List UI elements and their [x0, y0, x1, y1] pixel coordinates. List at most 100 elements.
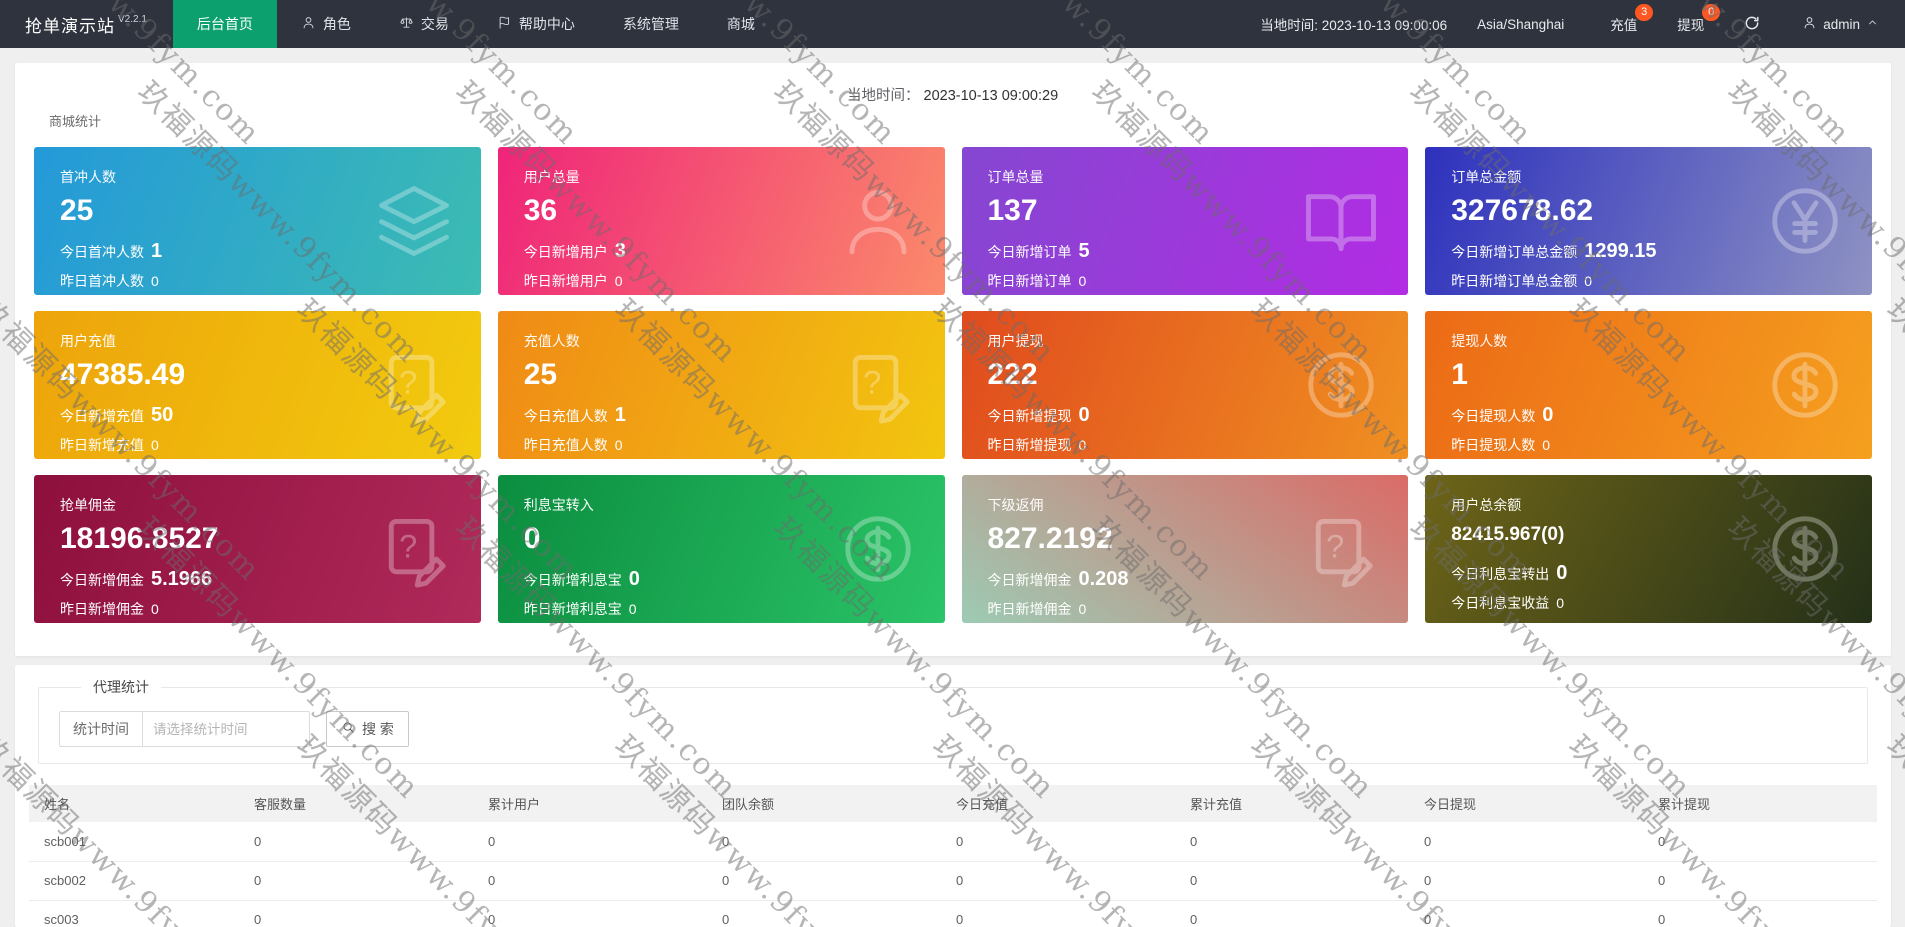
- svg-text:?: ?: [399, 364, 417, 400]
- stat-card-today-label: 今日新增用户: [523, 244, 608, 260]
- stat-card: 下级返佣 827.2192 今日新增佣金 0.208 昨日新增佣金 0 ?: [961, 475, 1409, 623]
- withdraw-button[interactable]: 提现 0: [1677, 4, 1721, 34]
- stat-card: 利息宝转入 0 今日新增利息宝 0 昨日新增利息宝 0: [497, 475, 945, 623]
- stat-card: 订单总金额 327678.62 今日新增订单总金额 1299.15 昨日新增订单总…: [1425, 147, 1872, 295]
- stat-card-today-value: 1: [614, 404, 626, 426]
- user-icon: [301, 15, 316, 33]
- stat-card-yesterday-value: 0: [1542, 437, 1551, 453]
- table-header-row: 姓名 客服数量 累计用户 团队余额 今日充值 累计充值 今日提现 累计提现: [29, 785, 1877, 822]
- cell-value: 0: [239, 861, 473, 901]
- recharge-badge: 3: [1635, 4, 1654, 21]
- edit-doc-icon: ?: [839, 346, 917, 424]
- stat-card-today-label: 今日新增佣金: [60, 572, 144, 588]
- flag-icon: [497, 15, 512, 33]
- cell-value: 0: [1175, 822, 1409, 862]
- table-row: sc003 0 0 0 0 0 0 0: [29, 900, 1877, 927]
- nav-item-trade[interactable]: 交易: [375, 0, 473, 48]
- stat-card-yesterday-label: 昨日新增佣金: [60, 601, 144, 617]
- cell-value: 0: [941, 861, 1175, 901]
- stat-card-yesterday-value: 0: [151, 437, 159, 453]
- local-time-label: 当地时间:: [1260, 18, 1319, 33]
- table-row: scb001 0 0 0 0 0 0 0: [29, 822, 1877, 862]
- svg-text:?: ?: [863, 364, 881, 400]
- dollar-icon: [839, 510, 917, 588]
- cell-value: 0: [941, 900, 1175, 927]
- cell-value: 0: [1409, 900, 1643, 927]
- recharge-button[interactable]: 充值 3: [1610, 4, 1654, 34]
- panel-time-label: 当地时间：: [847, 88, 920, 104]
- stat-card-today-value: 50: [151, 404, 174, 426]
- column-header: 今日充值: [941, 785, 1175, 822]
- stat-card-yesterday-value: 0: [614, 273, 623, 289]
- stat-card: 提现人数 1 今日提现人数 0 昨日提现人数 0: [1425, 311, 1872, 459]
- nav-item-help[interactable]: 帮助中心: [473, 0, 599, 48]
- column-header: 累计提现: [1643, 785, 1877, 822]
- stat-card-yesterday-value: 0: [151, 601, 159, 617]
- search-button[interactable]: 搜 索: [326, 711, 409, 747]
- column-header: 累计用户: [473, 785, 707, 822]
- top-nav: 抢单演示站 V2.2.1 后台首页 角色 交易 帮助中心 系统管理 商城 当地时…: [0, 0, 1905, 48]
- stat-card-today-label: 今日新增订单总金额: [1451, 244, 1578, 260]
- cell-value: 0: [1175, 861, 1409, 901]
- stat-card-today-value: 3: [614, 240, 626, 262]
- panel-time-value: 2023-10-13 09:00:29: [923, 88, 1059, 104]
- stat-card-today-value: 5: [1078, 240, 1090, 262]
- search-icon: [341, 720, 356, 738]
- stat-card-today-label: 今日新增佣金: [987, 572, 1072, 588]
- nav-local-time: 当地时间: 2023-10-13 09:00:06: [1260, 14, 1447, 34]
- nav-item-label: 角色: [322, 16, 351, 32]
- nav-item-label: 商城: [726, 16, 755, 32]
- stat-card: 充值人数 25 今日充值人数 1 昨日充值人数 0 ?: [497, 311, 945, 459]
- cell-agent-name: scb002: [29, 861, 239, 901]
- stat-card-yesterday-label: 昨日新增充值: [60, 437, 144, 453]
- stat-card-yesterday-label: 昨日提现人数: [1451, 437, 1536, 453]
- cell-value: 0: [1409, 861, 1643, 901]
- stat-card-yesterday-label: 昨日新增提现: [987, 437, 1072, 453]
- stat-card-today-label: 今日新增提现: [987, 408, 1072, 424]
- column-header: 姓名: [29, 785, 239, 822]
- nav-item-label: 交易: [420, 16, 449, 32]
- panel-local-time: 当地时间： 2023-10-13 09:00:29: [847, 84, 1058, 105]
- nav-item-mall[interactable]: 商城: [703, 0, 779, 48]
- nav-item-home[interactable]: 后台首页: [172, 0, 277, 48]
- stat-card-today-value: 0: [628, 568, 640, 590]
- stat-card-yesterday-label: 今日利息宝收益: [1451, 595, 1550, 611]
- book-icon: [1302, 182, 1380, 260]
- agent-filter-row: 统计时间 搜 索: [59, 711, 1847, 747]
- cell-value: 0: [941, 822, 1175, 862]
- stat-card-yesterday-value: 0: [151, 273, 159, 289]
- stats-cards: 首冲人数 25 今日首冲人数 1 昨日首冲人数 0 用户总量 36 今日新增用户 3 …: [34, 147, 1872, 623]
- stat-card-today-label: 今日充值人数: [523, 408, 608, 424]
- timezone: Asia/Shanghai: [1477, 16, 1565, 32]
- stat-card-yesterday-label: 昨日首冲人数: [60, 273, 144, 289]
- cell-agent-name: sc003: [29, 900, 239, 927]
- stat-card-today-value: 0: [1078, 404, 1090, 426]
- recharge-label: 充值: [1610, 18, 1638, 33]
- dollar-icon: [1766, 346, 1844, 424]
- stat-card-today-label: 今日新增订单: [987, 244, 1072, 260]
- main-menu: 后台首页 角色 交易 帮助中心 系统管理 商城: [172, 0, 779, 48]
- app-version: V2.2.1: [118, 13, 147, 25]
- stat-card: 用户总量 36 今日新增用户 3 昨日新增用户 0: [497, 147, 945, 295]
- withdraw-label: 提现: [1677, 18, 1705, 33]
- stat-card-yesterday-value: 0: [1078, 273, 1087, 289]
- stat-card-yesterday-value: 0: [1078, 437, 1087, 453]
- admin-menu[interactable]: admin: [1802, 15, 1879, 33]
- stat-card-today-value: 1: [151, 240, 163, 262]
- app-title: 抢单演示站: [25, 16, 115, 36]
- cell-value: 0: [1643, 900, 1877, 927]
- stat-card: 抢单佣金 18196.8527 今日新增佣金 5.1966 昨日新增佣金 0 ?: [34, 475, 481, 623]
- stat-card-yesterday-value: 0: [1556, 595, 1565, 611]
- admin-username: admin: [1823, 16, 1860, 32]
- nav-item-system[interactable]: 系统管理: [599, 0, 703, 48]
- stat-time-input[interactable]: [142, 711, 310, 747]
- local-time-value: 2023-10-13 09:00:06: [1321, 18, 1448, 33]
- nav-item-roles[interactable]: 角色: [277, 0, 375, 48]
- stat-card-yesterday-value: 0: [628, 601, 637, 617]
- nav-item-label: 后台首页: [196, 16, 253, 32]
- cell-value: 0: [707, 900, 941, 927]
- cell-value: 0: [1643, 861, 1877, 901]
- stat-card-yesterday-value: 0: [1078, 601, 1087, 617]
- cell-value: 0: [239, 822, 473, 862]
- refresh-button[interactable]: [1744, 15, 1760, 34]
